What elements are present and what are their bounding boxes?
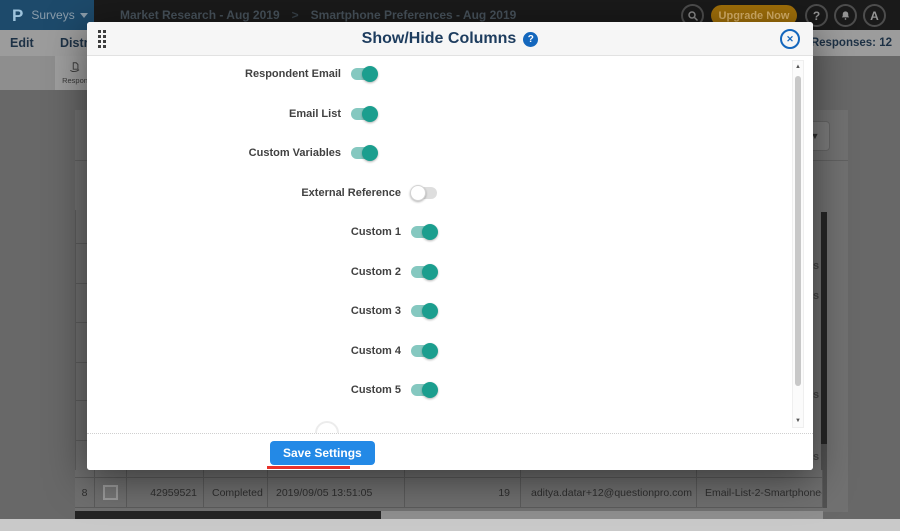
magnifier-glyph [687,10,698,21]
surveys-menu-label: Surveys [31,8,75,22]
scrollbar-thumb[interactable] [75,511,381,519]
cell-status: Completed [204,478,268,507]
questionpro-logo[interactable]: P [12,7,23,24]
row-checkbox[interactable] [103,485,118,500]
toggle-knob [362,66,378,82]
scroll-down-arrow[interactable]: ▼ [793,418,803,424]
cell-checkbox [95,478,127,507]
table-horizontal-scrollbar[interactable] [75,511,823,519]
toggle-switch[interactable] [351,145,378,161]
responses-tab-icon [70,62,80,73]
cell-email-list: Email-List-2-Smartphone-A [697,478,823,507]
show-hide-columns-modal: Show/Hide Columns ? ✕ Respondent Email Em… [87,22,813,470]
toggle-row: Custom 4 [87,342,438,360]
toggle-row: Custom 3 [87,302,438,320]
toggle-switch[interactable] [351,66,378,82]
modal-title: Show/Hide Columns [361,30,517,47]
modal-help-icon[interactable]: ? [523,31,539,47]
brand-block: P Surveys [0,0,94,30]
toggle-label: Custom 3 [350,305,401,317]
scrollbar-thumb[interactable] [821,212,827,444]
bell-glyph [841,11,850,20]
toggle-list: Respondent Email Email List Custom Variabl… [87,65,438,421]
toggle-switch[interactable] [411,342,438,359]
toggle-knob [422,382,438,398]
toggle-label: Custom 4 [350,344,401,357]
toggle-switch[interactable] [351,105,378,122]
table-vertical-scrollbar[interactable] [821,212,827,508]
toggle-row: Email List [87,105,378,123]
toggle-row: Custom 2 [87,263,438,281]
toggle-label: Custom 5 [350,384,401,396]
save-settings-button[interactable]: Save Settings [270,441,375,465]
modal-scrollbar[interactable]: ▲ ▼ [792,60,804,428]
toggle-label: Custom Variables [248,147,341,159]
modal-header: Show/Hide Columns ? ✕ [87,22,813,56]
toggle-label: Custom 1 [350,226,401,238]
annotation-red-underline [267,466,350,469]
toggle-switch[interactable] [411,263,438,280]
cell-email: aditya.datar+12@questionpro.com [521,478,697,507]
chevron-down-icon [79,12,88,18]
tab-edit[interactable]: Edit [10,36,34,50]
cell-row-number: 8 [75,478,95,507]
scrollbar-thumb[interactable] [795,76,801,386]
toggle-knob [422,342,438,359]
scroll-up-arrow[interactable]: ▲ [793,64,803,70]
toggle-switch[interactable] [411,382,438,398]
toggle-knob [422,224,438,240]
toggle-label: Custom 2 [350,265,401,278]
page-bottom-strip [0,519,900,531]
close-icon[interactable]: ✕ [780,29,800,49]
toggle-label: Email List [289,107,341,120]
breadcrumb-survey[interactable]: Smartphone Preferences - Aug 2019 [311,8,517,22]
subnav-tab-label: Respon [62,76,88,85]
toggle-row: Custom 5 [87,381,438,399]
toggle-row: Custom 1 [87,223,438,241]
modal-footer: Save Settings [87,433,813,470]
avatar[interactable]: A [863,4,886,27]
toggle-knob [422,303,438,319]
toggle-row: External Reference [87,184,437,202]
surveys-menu[interactable]: Surveys [31,8,88,22]
toggle-switch[interactable] [410,184,437,201]
toggle-switch[interactable] [411,224,438,240]
toggle-label: External Reference [301,186,401,199]
toggle-switch[interactable] [411,303,438,319]
toggle-label: Respondent Email [245,68,341,80]
breadcrumb-chevron: > [291,8,299,22]
cell-timestamp: 2019/09/05 13:51:05 [268,478,405,507]
table-row[interactable]: 8 42959521 Completed 2019/09/05 13:51:05… [75,478,823,508]
breadcrumb-folder[interactable]: Market Research - Aug 2019 [120,8,280,22]
responses-count-badge: Responses: 12 [810,37,892,49]
toggle-knob [362,105,378,122]
cell-response-id: 42959521 [127,478,204,507]
table-row-clipped [75,470,823,478]
cell-time-taken: 19 [405,478,521,507]
toggle-row: Respondent Email [87,65,378,83]
toggle-knob [422,263,438,280]
toggle-knob [410,184,426,201]
toggle-row: Custom Variables [87,144,378,162]
drag-handle-icon[interactable] [98,30,106,48]
toggle-knob [362,145,378,161]
notifications-bell-icon[interactable] [834,4,857,27]
